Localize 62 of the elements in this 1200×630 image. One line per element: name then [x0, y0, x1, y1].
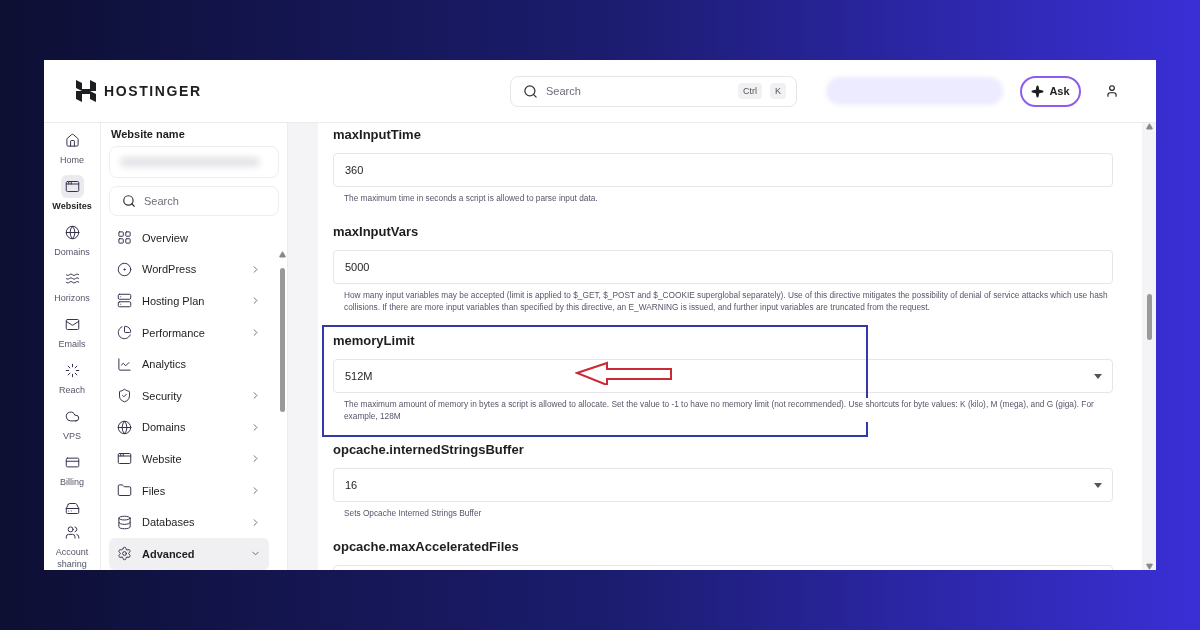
rail-label[interactable]: Horizons: [45, 292, 99, 304]
folder-icon: [117, 483, 132, 499]
rail-label[interactable]: Billing: [45, 476, 99, 488]
window-icon: [117, 451, 132, 467]
scroll-arrow-icon[interactable]: [1145, 563, 1153, 570]
caret-icon: [1094, 373, 1102, 379]
select-field[interactable]: 16: [333, 468, 1113, 502]
scroll-arrow-icon[interactable]: [278, 251, 286, 258]
rail-label[interactable]: Account sharing: [45, 546, 99, 570]
setting-label: memoryLimit: [333, 333, 416, 348]
website-name-label: Website name: [111, 128, 186, 140]
sidebar-item[interactable]: Hosting Plan: [109, 285, 269, 317]
line-chart-icon: [117, 356, 132, 372]
circle-icon: [117, 261, 132, 277]
sidebar-item[interactable]: Overview: [109, 222, 269, 254]
arrow-icon: [575, 361, 675, 385]
grid-icon: [117, 230, 132, 246]
sidebar-item[interactable]: Security: [109, 379, 269, 412]
brand-name: HOSTINGER: [104, 83, 202, 99]
globe-icon: [117, 419, 132, 435]
pie-chart-icon: [117, 325, 132, 341]
sidebar-item[interactable]: Domains: [109, 411, 269, 444]
caret-icon: [1094, 482, 1102, 488]
setting-label: maxInputVars: [333, 224, 420, 239]
settings-icon: [117, 546, 132, 562]
sidebar-item[interactable]: Analytics: [109, 348, 269, 380]
sparkle-icon: [1031, 84, 1045, 98]
input-field[interactable]: 360: [333, 153, 1113, 187]
shield-icon: [117, 388, 132, 404]
ask-button[interactable]: Ask: [1020, 75, 1081, 107]
search-icon: [122, 194, 136, 208]
rail-label[interactable]: Domains: [45, 246, 99, 258]
server-icon: [117, 293, 132, 309]
scrollbar-thumb[interactable]: [279, 268, 285, 412]
select-field[interactable]: 512M: [333, 359, 1113, 393]
rail-label[interactable]: Reach: [45, 384, 99, 396]
sidebar-item[interactable]: Performance: [109, 316, 269, 349]
sidebar-item[interactable]: WordPress: [109, 253, 269, 286]
scrollbar-thumb[interactable]: [1146, 293, 1152, 340]
shortcut-key: K: [770, 83, 786, 99]
user-icon[interactable]: [1105, 84, 1119, 98]
sidebar-item[interactable]: Website: [109, 443, 269, 475]
setting-label: opcache.maxAcceleratedFiles: [333, 539, 520, 554]
rail-label[interactable]: Emails: [45, 338, 99, 350]
setting-label: maxInputTime: [333, 127, 422, 142]
rail-label[interactable]: Websites: [45, 200, 99, 212]
search-icon: [523, 83, 538, 99]
setting-label: opcache.internedStringsBuffer: [333, 442, 525, 457]
sidebar-item[interactable]: Files: [109, 474, 269, 507]
scroll-arrow-icon[interactable]: [1145, 123, 1153, 130]
scrollbar[interactable]: [1142, 123, 1156, 570]
sidebar-search-field[interactable]: Search: [109, 186, 279, 216]
sidebar-item[interactable]: Advanced: [109, 537, 269, 570]
window-icon[interactable]: [60, 175, 84, 198]
search-field[interactable]: Search Ctrl K: [510, 75, 797, 107]
database-icon: [117, 514, 132, 530]
rail-label[interactable]: Home: [45, 154, 99, 166]
sidebar-item[interactable]: Databases: [109, 506, 269, 538]
shortcut-key: Ctrl: [738, 83, 762, 99]
logo-icon: [76, 80, 96, 102]
rail-label[interactable]: VPS: [45, 430, 99, 442]
input-field[interactable]: 5000: [333, 250, 1113, 284]
